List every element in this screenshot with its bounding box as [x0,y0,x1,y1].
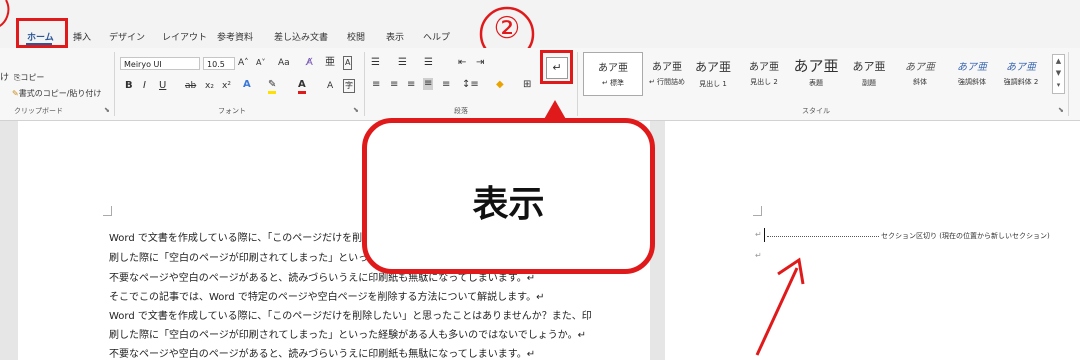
grow-font-icon[interactable]: A˄ [238,57,249,69]
tab-insert[interactable]: 挿入 [73,30,91,43]
copy-button[interactable]: ⎘コピー [14,72,44,84]
align-center-icon[interactable]: ≡ [390,79,398,91]
document-line: Word で文書を作成している際に、「このページだけを削除したい」と思ったことは… [109,311,592,322]
highlight-target-button [540,50,573,84]
paste-label-partial[interactable]: け [0,72,9,84]
title-strip [0,0,1080,24]
style-title[interactable]: あア亜 表題 [787,52,845,94]
callout-bubble: 表示 [362,118,655,274]
document-line: Word で文書を作成している際に、「このページだけを削除 [109,233,373,244]
text-effect-icon[interactable]: A [243,79,251,91]
tab-layout[interactable]: レイアウト [162,30,207,43]
font-size-select[interactable]: 10.5 [203,57,235,70]
tab-view[interactable]: 表示 [386,30,404,43]
style-emphasis[interactable]: あア亜 斜体 [891,52,949,94]
clear-format-icon[interactable]: A̸ [306,57,313,69]
bold-button[interactable]: B [125,80,133,92]
section-break-label: セクション区切り (現在の位置から新しいセクション) [881,232,1050,240]
phonetic-guide-icon[interactable]: 亜 [325,57,335,69]
align-left-icon[interactable]: ≡ [372,79,380,91]
clipboard-group-label: クリップボード [14,107,63,115]
document-line: 不要なページや空白のページがあると、読みづらいうえに印刷紙も無駄になってしまいま… [109,349,536,360]
font-launcher-icon[interactable]: ⬊ [353,104,359,116]
margin-corner-mark [103,206,112,216]
style-normal[interactable]: あア亜 ↵ 標準 [583,52,643,96]
shrink-font-icon[interactable]: A˅ [256,57,265,69]
callout-pointer [543,100,567,121]
document-line: 刷した際に「空白のページが印刷されてしまった」といった経験 [109,253,399,264]
style-heading-1[interactable]: あア亜 見出し 1 [684,52,742,94]
distribute-icon[interactable]: ≡ [442,79,450,91]
scroll-up-icon[interactable]: ▲ [1053,55,1064,67]
font-color-icon[interactable]: A [298,79,306,94]
paragraph-group-label: 段落 [454,107,468,115]
numbering-icon[interactable]: ☰ [398,57,407,69]
shading-icon[interactable]: A [327,80,333,92]
styles-scroll[interactable]: ▲ ▼ ▾ [1052,54,1065,94]
tab-references[interactable]: 参考資料 [217,30,253,43]
style-heading-2[interactable]: あア亜 見出し 2 [735,52,793,94]
text-cursor [764,228,765,242]
document-line: 刷した際に「空白のページが印刷されてしまった」といった経験がある人も多いのではな… [109,330,586,341]
justify-icon[interactable]: ≡ [423,78,434,90]
tab-mailings[interactable]: 差し込み文書 [274,30,328,43]
underline-button[interactable]: U [159,80,166,92]
tab-review[interactable]: 校閲 [347,30,365,43]
styles-group-label: スタイル [802,107,830,115]
more-styles-icon[interactable]: ▾ [1053,79,1064,91]
strikethrough-button[interactable]: ab [185,80,196,92]
clipboard-launcher-icon[interactable]: ⬊ [104,104,110,116]
bullets-icon[interactable]: ☰ [371,57,380,69]
group-divider [114,52,115,116]
brush-icon: ✎ [12,89,19,98]
superscript-button[interactable]: x² [222,80,231,92]
multilevel-list-icon[interactable]: ☰ [424,57,433,69]
font-group-label: フォント [218,107,246,115]
tab-design[interactable]: デザイン [109,30,145,43]
paragraph-mark: ↵ [755,230,762,239]
styles-launcher-icon[interactable]: ⬊ [1058,104,1064,116]
callout-text: 表示 [472,184,545,225]
margin-corner-mark [753,206,762,216]
highlight-home-tab [16,18,68,48]
enclose-char-icon[interactable]: 字 [343,79,355,93]
style-intense-emphasis-2[interactable]: あア亜 強調斜体 2 [991,52,1051,94]
change-case-icon[interactable]: Aa [278,57,290,69]
line-spacing-icon[interactable]: ↕≡ [462,79,479,91]
format-painter-button[interactable]: ✎書式のコピー/貼り付け [12,88,101,100]
char-border-icon[interactable]: A [343,56,353,70]
document-line: そこでこの記事では、Word で特定のページや空白ページを削除する方法について解… [109,292,545,303]
red-arrow [755,257,805,356]
scroll-down-icon[interactable]: ▼ [1053,67,1064,79]
align-right-icon[interactable]: ≡ [407,79,415,91]
highlight-icon[interactable]: ✎ [268,79,277,94]
decrease-indent-icon[interactable]: ⇤ [458,57,466,69]
italic-button[interactable]: I [143,80,146,92]
group-divider [577,52,578,116]
subscript-button[interactable]: x₂ [205,80,214,92]
borders-icon[interactable]: ⊞ [523,79,531,91]
group-divider [1068,52,1069,116]
group-divider [364,52,365,116]
paragraph-shading-icon[interactable]: ◆ [496,79,504,91]
increase-indent-icon[interactable]: ⇥ [476,57,484,69]
step-number: ② [493,11,521,46]
font-name-select[interactable]: Meiryo UI [120,57,200,70]
tab-help[interactable]: ヘルプ [423,30,450,43]
style-subtitle[interactable]: あア亜 副題 [840,52,898,94]
section-break-line [767,236,879,237]
